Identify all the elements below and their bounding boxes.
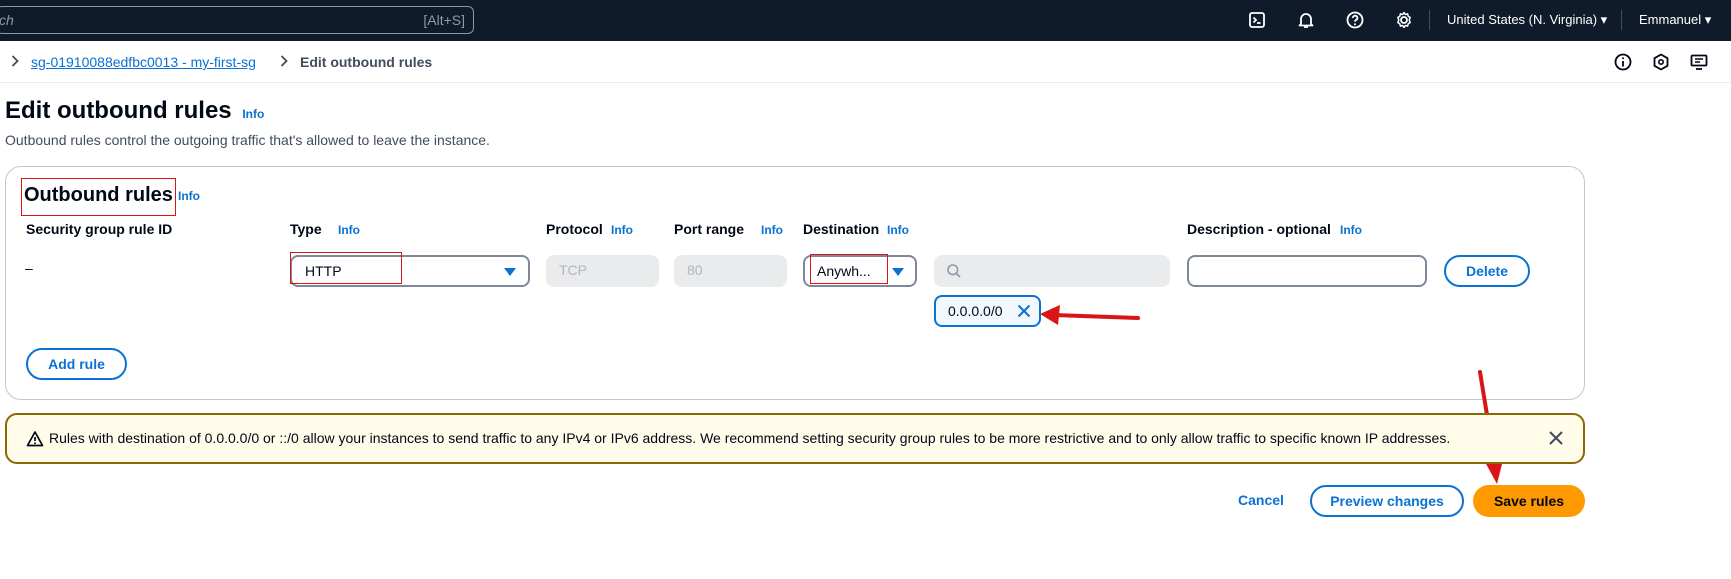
breadcrumb: sg-01910088edfbc0013 - my-first-sg Edit … bbox=[0, 41, 1731, 83]
help-icon[interactable] bbox=[1345, 10, 1365, 30]
destination-select[interactable]: Anywh... bbox=[803, 255, 917, 287]
save-rules-button[interactable]: Save rules bbox=[1473, 485, 1585, 517]
close-icon[interactable] bbox=[1547, 429, 1565, 447]
port-range-info-link[interactable]: Info bbox=[761, 223, 783, 237]
cidr-token-text: 0.0.0.0/0 bbox=[948, 303, 1003, 319]
cidr-token: 0.0.0.0/0 bbox=[934, 295, 1041, 327]
page-description: Outbound rules control the outgoing traf… bbox=[5, 132, 490, 148]
column-header-rule-id: Security group rule ID bbox=[26, 221, 173, 237]
delete-button[interactable]: Delete bbox=[1444, 255, 1530, 287]
rule-id-value: – bbox=[25, 260, 33, 276]
bell-icon[interactable] bbox=[1296, 10, 1316, 30]
protocol-field: TCP bbox=[546, 255, 659, 287]
protocol-info-link[interactable]: Info bbox=[611, 223, 633, 237]
page-title: Edit outbound rules Info bbox=[5, 97, 264, 125]
section-info-link[interactable]: Info bbox=[178, 189, 200, 203]
user-menu[interactable]: Emmanuel ▾ bbox=[1639, 12, 1711, 28]
warning-text: Rules with destination of 0.0.0.0/0 or :… bbox=[49, 430, 1451, 446]
section-title-text: Outbound rules bbox=[24, 184, 173, 206]
port-range-field: 80 bbox=[674, 255, 787, 287]
chevron-right-icon bbox=[277, 54, 291, 68]
display-settings-icon[interactable] bbox=[1689, 52, 1709, 72]
search-input[interactable]: ch [Alt+S] bbox=[0, 6, 474, 34]
region-selector[interactable]: United States (N. Virginia) ▾ bbox=[1447, 12, 1607, 28]
column-header-protocol: Protocol bbox=[546, 221, 603, 237]
caret-down-icon bbox=[504, 268, 516, 276]
chevron-right-icon bbox=[8, 54, 22, 68]
feedback-icon[interactable] bbox=[1651, 52, 1671, 72]
protocol-value: TCP bbox=[559, 262, 587, 278]
user-name: Emmanuel bbox=[1639, 12, 1702, 27]
cidr-search-input[interactable] bbox=[934, 255, 1170, 287]
description-info-link[interactable]: Info bbox=[1340, 223, 1362, 237]
column-header-destination: Destination bbox=[803, 221, 880, 237]
page-title-text: Edit outbound rules bbox=[5, 97, 232, 124]
column-header-description: Description - optional bbox=[1187, 221, 1331, 237]
info-panel-icon[interactable] bbox=[1613, 52, 1633, 72]
destination-info-link[interactable]: Info bbox=[887, 223, 909, 237]
search-placeholder: ch bbox=[0, 12, 14, 28]
preview-changes-button[interactable]: Preview changes bbox=[1310, 485, 1464, 517]
type-select-value: HTTP bbox=[305, 263, 342, 279]
close-icon[interactable] bbox=[1016, 303, 1032, 319]
description-input[interactable] bbox=[1187, 255, 1427, 287]
type-info-link[interactable]: Info bbox=[338, 223, 360, 237]
gear-icon[interactable] bbox=[1394, 10, 1414, 30]
cloudshell-icon[interactable] bbox=[1247, 10, 1267, 30]
add-rule-button[interactable]: Add rule bbox=[26, 348, 127, 380]
section-title: Outbound rules bbox=[21, 178, 176, 216]
search-shortcut: [Alt+S] bbox=[423, 12, 465, 28]
top-navigation: ch [Alt+S] United States (N. Virginia) ▾… bbox=[0, 0, 1731, 41]
destination-select-value: Anywh... bbox=[817, 263, 871, 279]
nav-divider bbox=[1429, 10, 1430, 30]
port-range-value: 80 bbox=[687, 262, 703, 278]
page-info-link[interactable]: Info bbox=[242, 107, 264, 121]
nav-divider bbox=[1621, 10, 1622, 30]
warning-icon bbox=[26, 430, 44, 448]
warning-alert: Rules with destination of 0.0.0.0/0 or :… bbox=[5, 413, 1585, 464]
breadcrumb-current: Edit outbound rules bbox=[300, 54, 433, 70]
region-label: United States (N. Virginia) bbox=[1447, 12, 1598, 27]
search-icon bbox=[946, 263, 962, 284]
column-header-port-range: Port range bbox=[674, 221, 745, 237]
cancel-button[interactable]: Cancel bbox=[1238, 492, 1284, 508]
column-header-type: Type bbox=[290, 221, 322, 237]
type-select[interactable]: HTTP bbox=[290, 255, 530, 287]
breadcrumb-security-group-link[interactable]: sg-01910088edfbc0013 - my-first-sg bbox=[31, 54, 256, 70]
caret-down-icon bbox=[892, 268, 904, 276]
